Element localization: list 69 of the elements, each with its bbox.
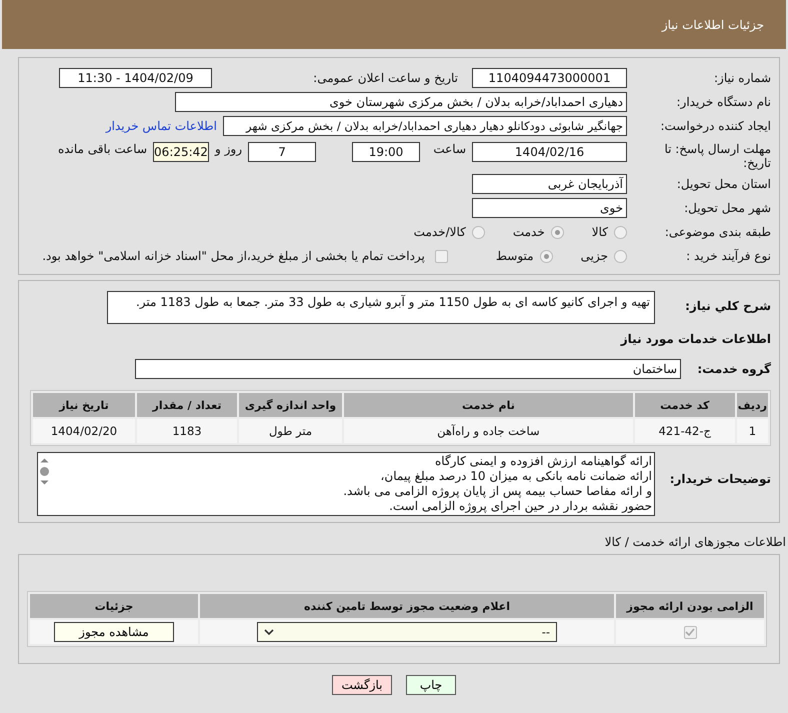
buyer-org-field[interactable]: دهیاری احمداباد/خرابه بدلان / بخش مرکزی شهرستان خوی xyxy=(175,92,627,112)
table-cell: 1404/02/20 xyxy=(33,419,135,443)
note-line: و ارائه مفاصا حساب بیمه پس از پایان پروژه الزامی می باشد. xyxy=(342,484,652,499)
field-label: تاریخ و ساعت اعلان عمومی: xyxy=(312,71,458,85)
table-cell: 1183 xyxy=(137,419,237,443)
column-header: تعداد / مقدار xyxy=(137,393,237,417)
note-line: ارائه ضمانت نامه بانکی به میزان 10 درصد مبلغ پیمان، xyxy=(380,469,652,484)
table-cell: ساخت جاده و راه‌آهن xyxy=(344,419,633,443)
field-label: شهر محل تحویل: xyxy=(683,201,771,215)
note-line: ارائه گواهینامه ارزش افزوده و ایمنی کارگاه xyxy=(434,454,652,469)
need-number-field[interactable]: 1104094473000001 xyxy=(472,68,627,88)
buyer-notes-field[interactable]: ارائه گواهینامه ارزش افزوده و ایمنی کارگاه ارائه ضمانت نامه بانکی به میزان 10 درصد مبلغ پیمان، و ارائه مفاصا حساب بیمه پس از پایان پروژه الزامی می باشد. حضور نقشه بردار در حین اجرای پروژه الزامی است. xyxy=(37,452,655,516)
section-heading: اطلاعات خدمات مورد نیاز xyxy=(619,332,771,346)
days-field[interactable]: 7 xyxy=(248,142,316,162)
province-field[interactable]: آذربایجان غربی xyxy=(472,174,627,194)
radio-label: کالا/خدمت xyxy=(414,225,466,239)
field-label: ایجاد کننده درخواست: xyxy=(659,119,771,133)
radio-button[interactable] xyxy=(614,226,627,238)
checkbox[interactable] xyxy=(434,250,448,262)
radio-label: جزیی xyxy=(580,249,608,263)
field-label: شماره نیاز: xyxy=(713,71,771,85)
radio-button[interactable] xyxy=(540,250,553,262)
section-heading: اطلاعات مجوزهای ارائه خدمت / کالا xyxy=(604,535,786,549)
column-header: الزامی بودن ارائه مجوز xyxy=(616,594,764,618)
page-title: جزئیات اطلاعات نیاز xyxy=(662,18,764,32)
buyer-contact-link[interactable]: اطلاعات تماس خریدار xyxy=(106,119,217,133)
column-header: کد خدمت xyxy=(634,393,735,417)
field-label: شرح کلي نياز: xyxy=(684,298,771,313)
requester-field[interactable]: جهانگیر شابوئی دودکانلو دهیار دهیاری احمداباد/خرابه بدلان / بخش مرکزی شهر xyxy=(223,116,627,136)
radio-button[interactable] xyxy=(472,226,485,238)
field-label: روز و xyxy=(215,142,242,156)
payment-note: پرداخت تمام یا بخشی از مبلغ خرید،از محل "اسناد خزانه اسلامی" خواهد بود. xyxy=(42,249,425,263)
back-button[interactable]: بازگشت xyxy=(332,675,392,695)
field-label: توضیحات خریدار: xyxy=(668,471,771,486)
service-group-field[interactable]: ساختمان xyxy=(135,359,681,379)
note-line: حضور نقشه بردار در حین اجرای پروژه الزامی است. xyxy=(388,499,652,514)
radio-button[interactable] xyxy=(614,250,627,262)
field-label: طبقه بندی موضوعی: xyxy=(664,225,771,239)
table-cell: 1 xyxy=(736,419,768,443)
announce-date-field[interactable]: 1404/02/09 - 11:30 xyxy=(59,68,212,88)
radio-label: خدمت xyxy=(512,225,545,239)
column-header: جزئیات xyxy=(30,594,198,618)
remaining-time-field[interactable]: 06:25:42 xyxy=(153,142,209,162)
chevron-down-icon xyxy=(264,628,274,636)
deadline-time-field[interactable]: 19:00 xyxy=(352,142,420,162)
view-license-button[interactable]: مشاهده مجوز xyxy=(54,622,174,642)
deadline-date-field[interactable]: 1404/02/16 xyxy=(472,142,627,162)
radio-button[interactable] xyxy=(550,226,564,238)
radio-label: کالا xyxy=(592,225,608,239)
city-field[interactable]: خوی xyxy=(472,198,627,218)
field-label: نوع فرآیند خرید : xyxy=(685,249,771,263)
column-header: نام خدمت xyxy=(344,393,633,417)
field-label: مهلت ارسال پاسخ: تا تاریخ: xyxy=(663,142,771,171)
status-select[interactable]: -- xyxy=(257,622,557,642)
field-label: گروه خدمت: xyxy=(696,362,771,376)
radio-label: متوسط xyxy=(496,249,534,263)
column-header: تاریخ نیاز xyxy=(33,393,135,417)
field-label: ساعت xyxy=(432,142,466,156)
field-label: نام دستگاه خریدار: xyxy=(676,95,771,109)
column-header: واحد اندازه گیری xyxy=(239,393,342,417)
print-button[interactable]: چاپ xyxy=(406,675,456,695)
scrollbar-drawing xyxy=(40,458,49,485)
field-label: ساعت باقی مانده xyxy=(58,142,147,156)
column-header: ردیف xyxy=(736,393,768,417)
description-field[interactable]: تهیه و اجرای کانیو کاسه ای به طول 1150 متر و آبرو شیاری به طول 33 متر. جمعا به طول 1183 متر. xyxy=(107,291,655,324)
column-header: اعلام وضعیت مجوز توسط تامین کننده xyxy=(200,594,614,618)
table-cell: ج-42-421 xyxy=(634,419,735,443)
field-label: استان محل تحویل: xyxy=(676,177,771,191)
table-cell: متر طول xyxy=(239,419,342,443)
